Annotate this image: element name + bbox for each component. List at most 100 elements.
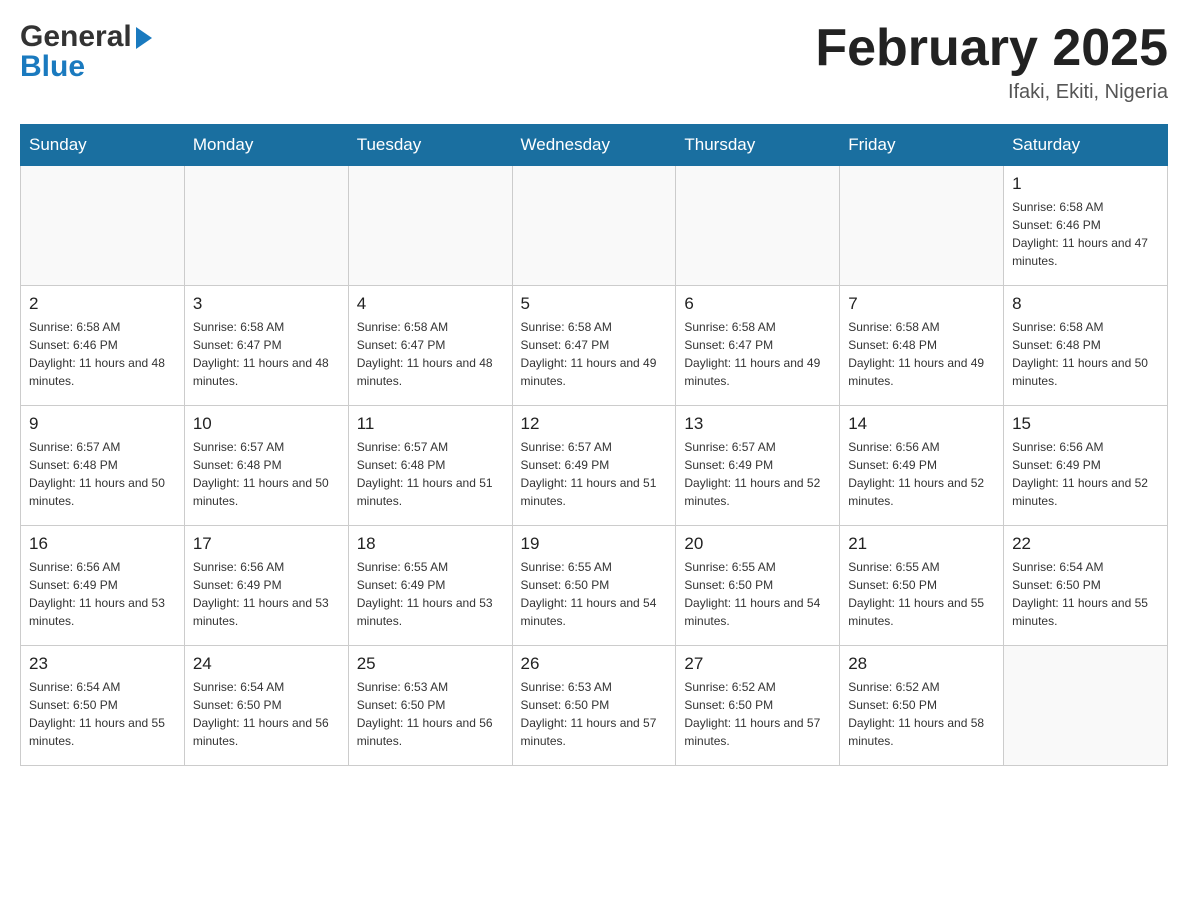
day-info: Sunrise: 6:56 AM Sunset: 6:49 PM Dayligh… — [848, 438, 995, 510]
day-number: 12 — [521, 414, 668, 434]
day-cell — [512, 166, 676, 286]
day-cell: 7Sunrise: 6:58 AM Sunset: 6:48 PM Daylig… — [840, 286, 1004, 406]
day-number: 20 — [684, 534, 831, 554]
day-info: Sunrise: 6:56 AM Sunset: 6:49 PM Dayligh… — [1012, 438, 1159, 510]
logo-arrow-icon — [136, 27, 152, 49]
day-cell: 25 Sunrise: 6:53 AM Sunset: 6:50 PM Dayli… — [348, 646, 512, 766]
day-cell: 22 Sunrise: 6:54 AM Sunset: 6:50 PM Dayli… — [1004, 526, 1168, 646]
day-cell: 27 Sunrise: 6:52 AM Sunset: 6:50 PM Dayli… — [676, 646, 840, 766]
day-info: Sunrise: 6:58 AM Sunset: 6:47 PM Dayligh… — [357, 318, 504, 390]
day-info: Sunrise: 6:54 AM Sunset: 6:50 PM Dayligh… — [1012, 558, 1159, 630]
day-cell: 10Sunrise: 6:57 AM Sunset: 6:48 PM Dayli… — [184, 406, 348, 526]
day-cell: 11 Sunrise: 6:57 AM Sunset: 6:48 PM Dayli… — [348, 406, 512, 526]
page-header: General Blue February 2025 Ifaki, Ekiti,… — [20, 20, 1168, 104]
day-number: 13 — [684, 414, 831, 434]
day-info: Sunrise: 6:56 AM Sunset: 6:49 PM Dayligh… — [29, 558, 176, 630]
week-row-1: 2Sunrise: 6:58 AM Sunset: 6:46 PM Daylig… — [21, 286, 1168, 406]
day-cell — [184, 166, 348, 286]
week-row-0: 1 Sunrise: 6:58 AM Sunset: 6:46 PM Daylig… — [21, 166, 1168, 286]
day-number: 25 — [357, 654, 504, 674]
day-number: 14 — [848, 414, 995, 434]
title-block: February 2025 Ifaki, Ekiti, Nigeria — [815, 20, 1168, 104]
week-row-2: 9Sunrise: 6:57 AM Sunset: 6:48 PM Daylig… — [21, 406, 1168, 526]
weekday-header-monday: Monday — [184, 125, 348, 166]
day-cell: 21 Sunrise: 6:55 AM Sunset: 6:50 PM Dayli… — [840, 526, 1004, 646]
day-info: Sunrise: 6:54 AM Sunset: 6:50 PM Dayligh… — [29, 678, 176, 750]
day-cell: 4 Sunrise: 6:58 AM Sunset: 6:47 PM Daylig… — [348, 286, 512, 406]
day-info: Sunrise: 6:53 AM Sunset: 6:50 PM Dayligh… — [521, 678, 668, 750]
day-number: 19 — [521, 534, 668, 554]
day-info: Sunrise: 6:55 AM Sunset: 6:50 PM Dayligh… — [684, 558, 831, 630]
day-cell: 9Sunrise: 6:57 AM Sunset: 6:48 PM Daylig… — [21, 406, 185, 526]
day-info: Sunrise: 6:57 AM Sunset: 6:49 PM Dayligh… — [684, 438, 831, 510]
day-info: Sunrise: 6:55 AM Sunset: 6:50 PM Dayligh… — [848, 558, 995, 630]
day-number: 15 — [1012, 414, 1159, 434]
day-number: 28 — [848, 654, 995, 674]
day-cell: 16Sunrise: 6:56 AM Sunset: 6:49 PM Dayli… — [21, 526, 185, 646]
day-cell — [840, 166, 1004, 286]
day-info: Sunrise: 6:58 AM Sunset: 6:46 PM Dayligh… — [1012, 198, 1159, 270]
day-cell: 13 Sunrise: 6:57 AM Sunset: 6:49 PM Dayli… — [676, 406, 840, 526]
day-cell: 2Sunrise: 6:58 AM Sunset: 6:46 PM Daylig… — [21, 286, 185, 406]
day-number: 27 — [684, 654, 831, 674]
day-info: Sunrise: 6:52 AM Sunset: 6:50 PM Dayligh… — [848, 678, 995, 750]
day-number: 1 — [1012, 174, 1159, 194]
day-number: 11 — [357, 414, 504, 434]
day-cell — [21, 166, 185, 286]
day-cell: 20 Sunrise: 6:55 AM Sunset: 6:50 PM Dayli… — [676, 526, 840, 646]
day-cell: 14 Sunrise: 6:56 AM Sunset: 6:49 PM Dayli… — [840, 406, 1004, 526]
calendar-title: February 2025 — [815, 20, 1168, 77]
day-info: Sunrise: 6:58 AM Sunset: 6:47 PM Dayligh… — [193, 318, 340, 390]
logo-blue-text: Blue — [20, 50, 85, 84]
day-cell: 1 Sunrise: 6:58 AM Sunset: 6:46 PM Daylig… — [1004, 166, 1168, 286]
day-cell — [676, 166, 840, 286]
week-row-4: 23 Sunrise: 6:54 AM Sunset: 6:50 PM Dayli… — [21, 646, 1168, 766]
day-cell: 24 Sunrise: 6:54 AM Sunset: 6:50 PM Dayli… — [184, 646, 348, 766]
day-cell: 6 Sunrise: 6:58 AM Sunset: 6:47 PM Daylig… — [676, 286, 840, 406]
day-info: Sunrise: 6:52 AM Sunset: 6:50 PM Dayligh… — [684, 678, 831, 750]
day-cell: 19 Sunrise: 6:55 AM Sunset: 6:50 PM Dayli… — [512, 526, 676, 646]
weekday-header-tuesday: Tuesday — [348, 125, 512, 166]
day-info: Sunrise: 6:57 AM Sunset: 6:48 PM Dayligh… — [29, 438, 176, 510]
day-number: 2 — [29, 294, 176, 314]
day-cell: 5 Sunrise: 6:58 AM Sunset: 6:47 PM Daylig… — [512, 286, 676, 406]
day-info: Sunrise: 6:57 AM Sunset: 6:49 PM Dayligh… — [521, 438, 668, 510]
day-cell: 26 Sunrise: 6:53 AM Sunset: 6:50 PM Dayli… — [512, 646, 676, 766]
day-cell — [1004, 646, 1168, 766]
weekday-header-wednesday: Wednesday — [512, 125, 676, 166]
day-info: Sunrise: 6:53 AM Sunset: 6:50 PM Dayligh… — [357, 678, 504, 750]
weekday-header-thursday: Thursday — [676, 125, 840, 166]
day-number: 23 — [29, 654, 176, 674]
day-info: Sunrise: 6:58 AM Sunset: 6:48 PM Dayligh… — [1012, 318, 1159, 390]
day-cell: 23 Sunrise: 6:54 AM Sunset: 6:50 PM Dayli… — [21, 646, 185, 766]
logo: General Blue — [20, 20, 152, 84]
day-number: 6 — [684, 294, 831, 314]
day-info: Sunrise: 6:58 AM Sunset: 6:48 PM Dayligh… — [848, 318, 995, 390]
day-number: 8 — [1012, 294, 1159, 314]
calendar-subtitle: Ifaki, Ekiti, Nigeria — [815, 81, 1168, 104]
day-info: Sunrise: 6:58 AM Sunset: 6:47 PM Dayligh… — [521, 318, 668, 390]
day-number: 18 — [357, 534, 504, 554]
day-number: 26 — [521, 654, 668, 674]
day-info: Sunrise: 6:58 AM Sunset: 6:47 PM Dayligh… — [684, 318, 831, 390]
logo-general-text: General — [20, 20, 132, 54]
day-number: 4 — [357, 294, 504, 314]
day-info: Sunrise: 6:55 AM Sunset: 6:50 PM Dayligh… — [521, 558, 668, 630]
day-cell: 28 Sunrise: 6:52 AM Sunset: 6:50 PM Dayli… — [840, 646, 1004, 766]
calendar-table: SundayMondayTuesdayWednesdayThursdayFrid… — [20, 124, 1168, 766]
day-cell: 12 Sunrise: 6:57 AM Sunset: 6:49 PM Dayli… — [512, 406, 676, 526]
day-cell: 15 Sunrise: 6:56 AM Sunset: 6:49 PM Dayli… — [1004, 406, 1168, 526]
weekday-header-row: SundayMondayTuesdayWednesdayThursdayFrid… — [21, 125, 1168, 166]
weekday-header-friday: Friday — [840, 125, 1004, 166]
day-info: Sunrise: 6:57 AM Sunset: 6:48 PM Dayligh… — [193, 438, 340, 510]
day-number: 17 — [193, 534, 340, 554]
day-info: Sunrise: 6:54 AM Sunset: 6:50 PM Dayligh… — [193, 678, 340, 750]
day-info: Sunrise: 6:56 AM Sunset: 6:49 PM Dayligh… — [193, 558, 340, 630]
day-number: 21 — [848, 534, 995, 554]
day-info: Sunrise: 6:57 AM Sunset: 6:48 PM Dayligh… — [357, 438, 504, 510]
day-number: 5 — [521, 294, 668, 314]
day-cell: 17 Sunrise: 6:56 AM Sunset: 6:49 PM Dayli… — [184, 526, 348, 646]
weekday-header-sunday: Sunday — [21, 125, 185, 166]
day-number: 22 — [1012, 534, 1159, 554]
day-number: 24 — [193, 654, 340, 674]
